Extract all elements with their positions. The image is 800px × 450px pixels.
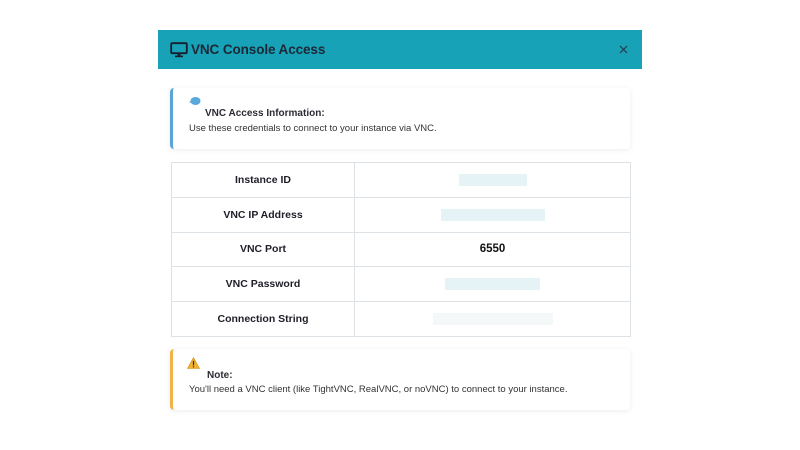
table-row: Instance ID — [171, 162, 631, 198]
vnc-ip-value[interactable] — [354, 196, 631, 233]
note-heading: Note: — [207, 370, 233, 381]
vnc-console-modal: VNC Console Access VNC Access Informatio… — [158, 30, 642, 420]
instance-id-value[interactable] — [354, 162, 631, 198]
connection-string-label: Connection String — [171, 301, 355, 337]
vnc-port-value[interactable]: 6550 — [354, 231, 631, 268]
note-description: You'll need a VNC client (like TightVNC,… — [189, 384, 568, 395]
table-row: VNC Password — [171, 266, 631, 303]
monitor-icon — [170, 41, 188, 57]
redacted-value — [445, 278, 540, 291]
table-row: VNC IP Address — [171, 196, 631, 233]
table-row: VNC Port 6550 — [171, 231, 631, 268]
connection-string-value[interactable] — [354, 301, 631, 337]
warning-icon — [187, 357, 200, 369]
vnc-port-label: VNC Port — [171, 231, 355, 268]
info-heading: VNC Access Information: — [205, 108, 325, 119]
modal-header: VNC Console Access — [158, 30, 642, 69]
speech-bubble-icon — [189, 97, 201, 105]
redacted-value — [440, 208, 545, 221]
vnc-password-label: VNC Password — [171, 266, 355, 303]
modal-title: VNC Console Access — [191, 42, 326, 57]
redacted-value — [458, 173, 527, 186]
vnc-ip-label: VNC IP Address — [171, 196, 355, 233]
vnc-info-alert: VNC Access Information: Use these creden… — [170, 88, 630, 149]
info-description: Use these credentials to connect to your… — [189, 123, 437, 134]
redacted-value — [432, 313, 553, 326]
table-row: Connection String — [171, 301, 631, 337]
vnc-password-value[interactable] — [354, 266, 631, 303]
instance-id-label: Instance ID — [171, 162, 355, 198]
vnc-note-alert: Note: You'll need a VNC client (like Tig… — [170, 349, 630, 410]
close-icon[interactable] — [619, 45, 628, 54]
close-button[interactable] — [616, 43, 630, 57]
credentials-table: Instance ID VNC IP Address VNC Port 6550… — [171, 162, 631, 337]
